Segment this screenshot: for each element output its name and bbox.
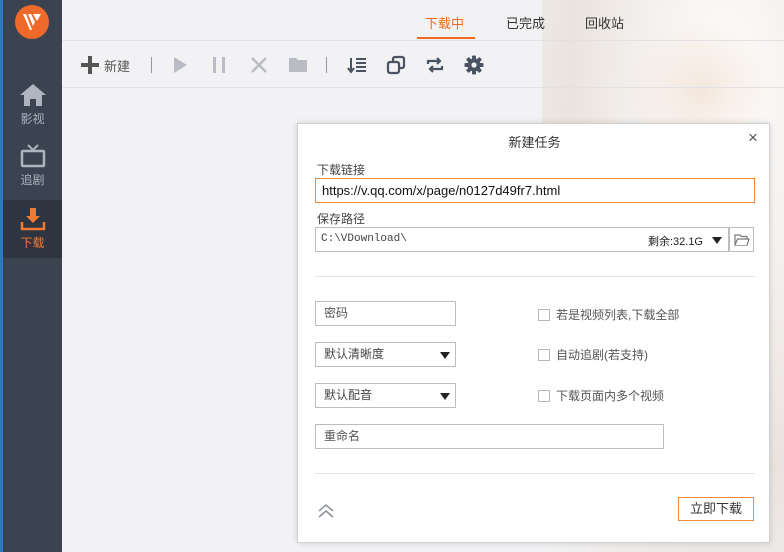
app-logo[interactable] — [15, 5, 49, 39]
active-tab-indicator — [417, 37, 475, 39]
checkbox-label: 下载页面内多个视频 — [556, 389, 665, 403]
url-input[interactable] — [315, 178, 755, 203]
copy-link-button[interactable] — [384, 53, 408, 77]
divider — [315, 276, 755, 277]
delete-button[interactable] — [247, 53, 271, 77]
refresh-icon — [426, 57, 444, 73]
logo-icon — [23, 14, 41, 30]
checkbox-label: 若是视频列表,下载全部 — [556, 308, 680, 322]
sidebar-item-series[interactable]: 追剧 — [3, 143, 62, 201]
save-path-select[interactable]: C:\VDownload\ 剩余:32.1G — [315, 227, 729, 252]
plus-icon — [81, 56, 99, 74]
dialog-title: 新建任务 — [508, 135, 561, 150]
rename-input[interactable]: 重命名 — [315, 424, 664, 449]
checkbox-label: 自动追剧(若支持) — [556, 348, 648, 362]
play-icon — [174, 57, 187, 73]
tab-downloading[interactable]: 下载中 — [425, 13, 464, 32]
pause-button[interactable] — [207, 53, 231, 77]
auto-follow-series-checkbox[interactable]: 自动追剧(若支持) — [538, 346, 648, 363]
pause-icon — [213, 57, 225, 73]
new-task-dialog: 新建任务 × 下载链接 保存路径 C:\VDownload\ 剩余:32.1G … — [297, 123, 770, 543]
sidebar: 影视 追剧 下载 — [0, 0, 62, 552]
checkbox-box[interactable] — [538, 348, 550, 361]
sidebar-item-label: 影视 — [20, 112, 45, 126]
chevron-down-icon — [712, 237, 722, 244]
sort-icon — [347, 58, 366, 74]
settings-button[interactable] — [462, 53, 486, 77]
settings-icon — [464, 55, 484, 75]
start-download-button[interactable]: 立即下载 — [678, 497, 754, 521]
checkbox-box[interactable] — [538, 308, 550, 321]
toolbar-divider — [326, 57, 327, 73]
tv-icon — [20, 144, 45, 168]
new-task-button[interactable]: 新建 — [80, 53, 136, 77]
open-folder-button[interactable] — [286, 53, 310, 77]
browse-folder-button[interactable] — [729, 227, 754, 252]
sidebar-item-label: 下载 — [20, 236, 45, 250]
toolbar: 新建 — [62, 40, 784, 88]
sort-button[interactable] — [345, 53, 369, 77]
new-task-label: 新建 — [104, 58, 131, 74]
copy-icon — [386, 55, 406, 75]
save-path-value: C:\VDownload\ — [321, 233, 407, 245]
chevron-down-icon — [440, 393, 450, 400]
path-label: 保存路径 — [317, 212, 366, 226]
toolbar-divider — [151, 57, 152, 73]
close-icon[interactable]: × — [745, 129, 761, 146]
sidebar-item-download[interactable]: 下载 — [3, 200, 62, 258]
sidebar-item-movies[interactable]: 影视 — [3, 82, 62, 140]
tab-recycle-bin[interactable]: 回收站 — [585, 13, 624, 32]
divider — [315, 473, 755, 474]
password-input[interactable]: 密码 — [315, 301, 456, 326]
folder-icon — [289, 58, 307, 72]
free-space-text: 剩余:32.1G — [647, 236, 703, 248]
checkbox-box[interactable] — [538, 389, 550, 402]
download-multiple-videos-checkbox[interactable]: 下载页面内多个视频 — [538, 387, 664, 404]
tab-bar: 下载中 已完成 回收站 — [62, 0, 784, 40]
start-button[interactable] — [168, 53, 192, 77]
link-label: 下载链接 — [317, 163, 366, 177]
quality-select[interactable]: 默认清晰度 — [315, 342, 456, 367]
quality-select-value: 默认清晰度 — [324, 347, 385, 361]
sidebar-item-label: 追剧 — [20, 173, 45, 187]
download-icon — [20, 208, 45, 231]
audio-track-select-value: 默认配音 — [324, 388, 373, 402]
delete-icon — [251, 57, 267, 73]
retry-button[interactable] — [423, 53, 447, 77]
tab-completed[interactable]: 已完成 — [506, 13, 545, 32]
download-all-checkbox[interactable]: 若是视频列表,下载全部 — [538, 306, 679, 323]
folder-open-icon — [733, 233, 750, 246]
audio-track-select[interactable]: 默认配音 — [315, 383, 456, 408]
collapse-up-icon[interactable] — [317, 502, 335, 520]
chevron-down-icon — [440, 352, 450, 359]
home-icon — [19, 84, 46, 106]
